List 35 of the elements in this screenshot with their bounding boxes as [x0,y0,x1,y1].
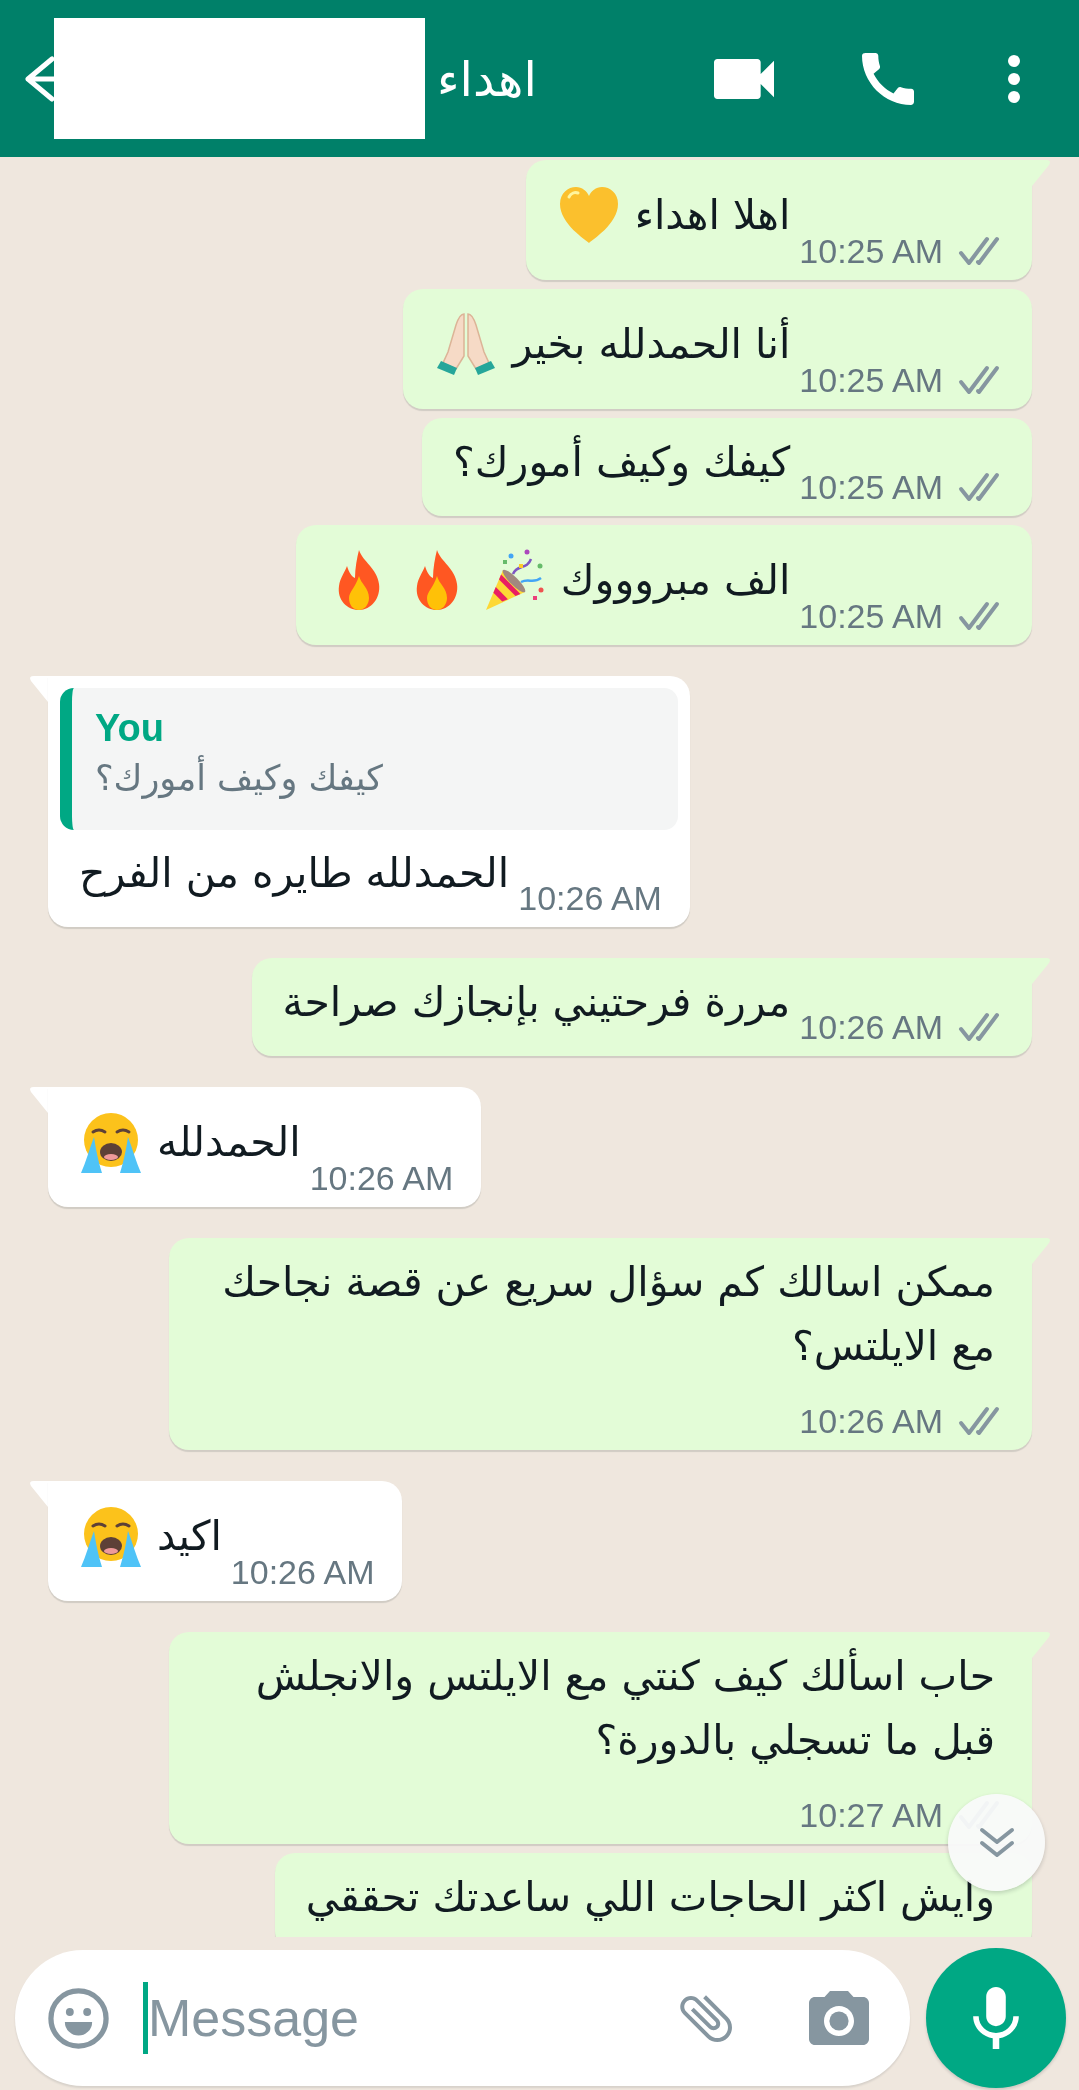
message-input[interactable]: Message [148,1982,674,2054]
message-text: أنا الحمدلله بخير [512,312,791,376]
message-text: ممكن اسالك كم سؤال سريع عن قصة نجاحك مع الايلتس؟ [221,1257,995,1372]
message-text: اهلا اهداء [634,190,791,241]
video-camera-icon[interactable] [714,58,774,99]
message-text: وايش اكثر الحاجات اللي ساعدتك تحققي [305,1872,995,1923]
message-time: 10:26 AM [799,1010,943,1044]
message-time: 10:26 AM [799,1404,943,1438]
reply-text: كيفك وكيف أمورك؟ [95,754,383,802]
text-cursor-icon [143,1982,148,2054]
message-time: 10:25 AM [799,363,943,397]
message-text: الحمدلله طايره من الفرح [79,848,510,899]
message-text: حاب اسألك كيف كنتي مع الايلتس والانجلش قبل ما تسجلي بالدورة؟ [200,1644,995,1772]
message-text: مررة فرحتيني بإنجازك صراحة [282,977,791,1028]
message-time: 10:26 AM [309,1161,454,1195]
message-time: 10:25 AM [799,599,943,633]
message-text: الف مبروووك [560,555,791,606]
message-text: كيفك وكيف أمورك؟ [453,430,791,494]
more-options-icon[interactable] [1008,54,1020,103]
contact-name[interactable]: اهداء [437,46,537,111]
message-text: الحمدلله [157,1117,301,1168]
message-field[interactable]: Message [15,1950,910,2086]
message-time: 10:25 AM [799,234,943,268]
microphone-icon [973,1987,1019,2049]
back-arrow-icon[interactable] [24,55,54,102]
message-time: 10:26 AM [518,881,662,915]
message-time: 10:26 AM [230,1555,375,1589]
phone-icon[interactable] [862,52,914,105]
smiley-icon[interactable] [47,1986,110,2050]
camera-icon[interactable] [809,1991,869,2045]
reply-author: You [95,706,165,751]
message-time: 10:27 AM [799,1798,943,1832]
message-time: 10:25 AM [799,470,943,504]
double-chevron-down-icon [978,1826,1015,1859]
message-text: اكيد [157,1511,222,1562]
